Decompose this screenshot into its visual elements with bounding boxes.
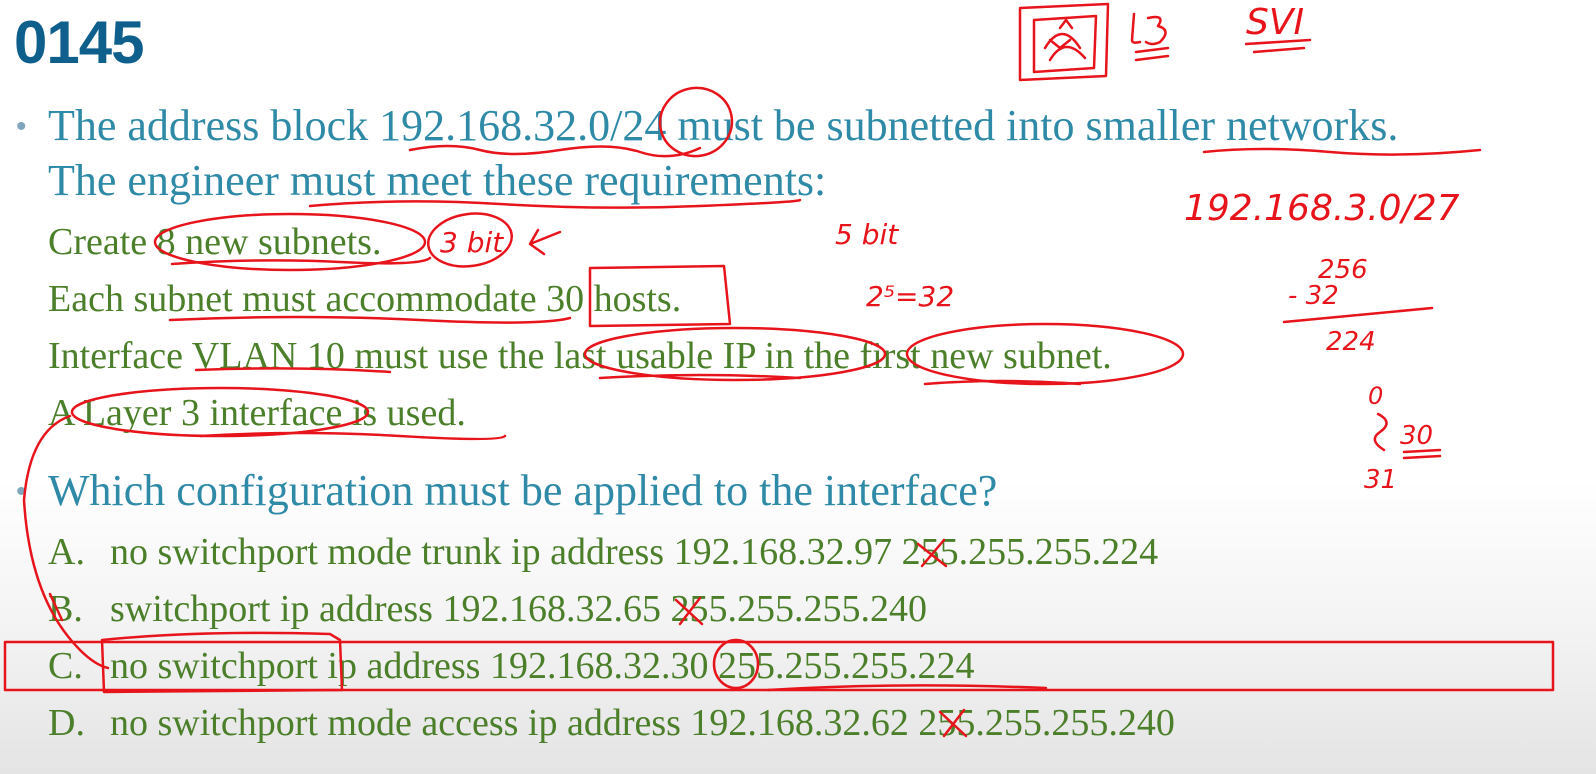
annotation-0: 0 (1368, 382, 1383, 410)
option-a[interactable]: A. no switchport mode trunk ip address 19… (48, 530, 1158, 574)
requirement-3: Interface VLAN 10 must use the last usab… (48, 335, 1112, 377)
underline-first-subnet (923, 379, 1082, 386)
question-line-1: The address block 192.168.32.0/24 must b… (48, 101, 1399, 150)
option-text: no switchport mode trunk ip address 192.… (110, 531, 1159, 573)
router-sketch-icon (1018, 2, 1110, 82)
arrow-icon (528, 228, 562, 256)
brace-icon (1373, 412, 1388, 452)
option-text: no switchport mode access ip address 192… (110, 702, 1175, 744)
prompt-question: Which configuration must be applied to t… (48, 466, 998, 515)
requirement-1: Create 8 new subnets. (48, 221, 382, 263)
option-c[interactable]: C. no switchport ip address 192.168.32.30… (48, 644, 974, 688)
option-letter: D. (48, 702, 85, 744)
requirement-2: Each subnet must accommodate 30 hosts. (48, 278, 682, 320)
annotation-31: 31 (1364, 465, 1397, 495)
option-b[interactable]: B. switchport ip address 192.168.32.65 25… (48, 587, 927, 631)
annotation-224: 224 (1326, 327, 1376, 357)
option-letter: A. (48, 531, 85, 573)
annotation-5bit: 5 bit (835, 218, 899, 251)
annotation-minus32: - 32 (1288, 281, 1339, 311)
bullet-dot: • (16, 110, 27, 143)
requirement-4: A Layer 3 interface is used. (48, 392, 466, 434)
circle-3bit (427, 212, 513, 268)
annotation-l3 (1130, 12, 1170, 62)
annotation-subnet-27: 192.168.3.0/27 (1184, 188, 1460, 229)
slide-number: 0145 (14, 9, 144, 76)
svi-underline (1244, 38, 1312, 54)
calc-divider (1282, 306, 1434, 324)
bullet-dot: • (16, 475, 27, 508)
option-text: switchport ip address 192.168.32.65 255.… (110, 588, 927, 630)
annotation-30: 30 (1400, 421, 1433, 451)
annotation-256: 256 (1318, 255, 1368, 285)
underline-30 (1402, 448, 1442, 460)
annotation-2pow5: 2⁵=32 (866, 280, 954, 313)
question-line-2: The engineer must meet these requirement… (48, 156, 827, 205)
option-letter: B. (48, 588, 83, 630)
annotation-svi: SVI (1246, 2, 1304, 43)
option-text: no switchport ip address 192.168.32.30 2… (110, 645, 975, 687)
option-d[interactable]: D. no switchport mode access ip address 1… (48, 701, 1175, 745)
option-letter: C. (48, 645, 83, 687)
annotation-3bit: 3 bit (440, 226, 504, 259)
